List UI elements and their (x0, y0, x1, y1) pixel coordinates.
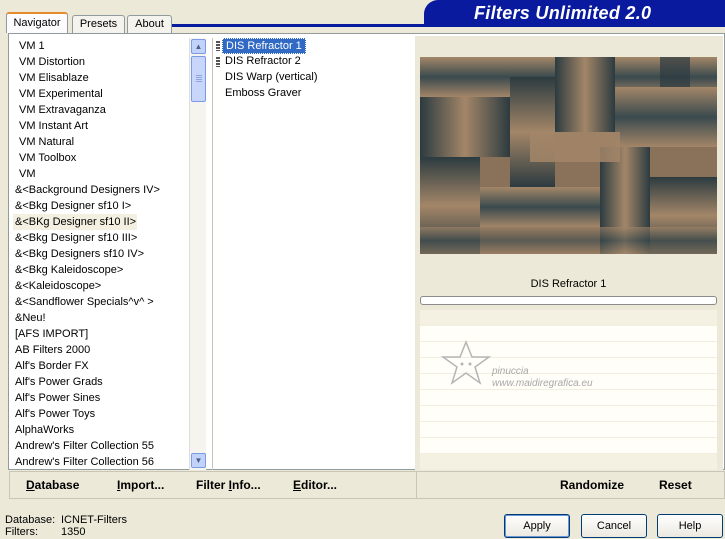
help-button[interactable]: Help (657, 514, 723, 538)
import-label: mport... (120, 478, 165, 492)
category-item[interactable]: [AFS IMPORT] (13, 326, 188, 342)
filter-info-prefix: Filter (196, 478, 229, 492)
category-item[interactable]: VM Toolbox (13, 150, 188, 166)
category-item[interactable]: Alf's Power Sines (13, 390, 188, 406)
editor-mnemonic: E (293, 478, 302, 492)
filter-item[interactable]: Emboss Graver (222, 86, 304, 102)
scroll-down-icon[interactable]: ▼ (191, 453, 206, 468)
category-list[interactable]: VM 1 VM Distortion VM Elisablaze VM Expe… (13, 38, 188, 470)
category-item[interactable]: &<Sandflower Specials^v^ > (13, 294, 188, 310)
filter-item[interactable]: DIS Refractor 2 (222, 54, 304, 70)
randomize-button[interactable]: Randomize (560, 476, 624, 494)
category-item[interactable]: AlphaWorks (13, 422, 188, 438)
category-item[interactable]: VM Instant Art (13, 118, 188, 134)
toolbar-divider (416, 472, 417, 498)
parameter-area (420, 310, 717, 470)
category-item[interactable]: VM Elisablaze (13, 70, 188, 86)
scroll-up-icon[interactable]: ▲ (191, 39, 206, 54)
list-divider (212, 38, 213, 470)
category-item[interactable]: VM Experimental (13, 86, 188, 102)
category-item[interactable]: VM 1 (13, 38, 188, 54)
filter-item[interactable]: DIS Warp (vertical) (222, 70, 321, 86)
editor-button[interactable]: Editor... (293, 476, 337, 494)
category-item[interactable]: &<Background Designers IV> (13, 182, 188, 198)
database-status-label: Database: (5, 514, 56, 526)
database-button[interactable]: Database (26, 476, 79, 494)
reset-button[interactable]: Reset (659, 476, 692, 494)
category-item[interactable]: &<Bkg Designer sf10 III> (13, 230, 188, 246)
watermark-text: pinuccia www.maidiregrafica.eu (492, 366, 593, 390)
status-area: Database: ICNET-Filters Filters: 1350 (5, 514, 127, 538)
import-button[interactable]: Import... (117, 476, 164, 494)
category-item[interactable]: Alf's Power Grads (13, 374, 188, 390)
tab-navigator[interactable]: Navigator (6, 12, 68, 33)
category-item[interactable]: VM (13, 166, 188, 182)
tab-about[interactable]: About (127, 15, 172, 33)
filters-count-label: Filters: (5, 526, 38, 538)
watermark-line-2: www.maidiregrafica.eu (492, 378, 593, 389)
category-item[interactable]: &<Bkg Designers sf10 IV> (13, 246, 188, 262)
preview-filter-name: DIS Refractor 1 (420, 274, 717, 294)
watermark-star-icon (440, 340, 492, 385)
category-item-selected[interactable]: &<BKg Designer sf10 II> (13, 214, 137, 230)
category-item[interactable]: &<Bkg Kaleidoscope> (13, 262, 188, 278)
editor-label: ditor... (301, 478, 338, 492)
tab-presets[interactable]: Presets (72, 15, 125, 33)
app-title: Filters Unlimited 2.0 (474, 3, 652, 23)
progress-bar (420, 296, 717, 305)
filter-list[interactable]: DIS Refractor 1 DIS Refractor 2 DIS Warp… (222, 38, 412, 102)
scroll-thumb[interactable] (191, 56, 206, 102)
database-label: atabase (34, 478, 80, 492)
category-item[interactable]: VM Natural (13, 134, 188, 150)
filter-info-button[interactable]: Filter Info... (196, 476, 261, 494)
filter-item-selected[interactable]: DIS Refractor 1 (222, 38, 306, 54)
category-item[interactable]: Andrew's Filter Collection 55 (13, 438, 188, 454)
apply-button[interactable]: Apply (504, 514, 570, 538)
database-mnemonic: D (26, 478, 35, 492)
filter-marker-icon (216, 41, 220, 51)
filter-preview-image (420, 57, 717, 254)
category-item[interactable]: &<Bkg Designer sf10 I> (13, 198, 188, 214)
category-item[interactable]: VM Extravaganza (13, 102, 188, 118)
filter-info-label: nfo... (232, 478, 261, 492)
category-item[interactable]: &Neu! (13, 310, 188, 326)
cancel-button[interactable]: Cancel (581, 514, 647, 538)
database-status-value: ICNET-Filters (61, 514, 127, 526)
category-item[interactable]: Alf's Power Toys (13, 406, 188, 422)
filters-count-value: 1350 (61, 526, 86, 538)
watermark-line-1: pinuccia (492, 366, 529, 377)
filter-marker-icon (216, 57, 220, 67)
category-item[interactable]: &<Kaleidoscope> (13, 278, 188, 294)
category-item[interactable]: Alf's Border FX (13, 358, 188, 374)
category-item[interactable]: VM Distortion (13, 54, 188, 70)
category-item[interactable]: Andrew's Filter Collection 56 (13, 454, 188, 470)
category-item[interactable]: AB Filters 2000 (13, 342, 188, 358)
category-scrollbar[interactable]: ▲ ▼ (189, 38, 206, 470)
